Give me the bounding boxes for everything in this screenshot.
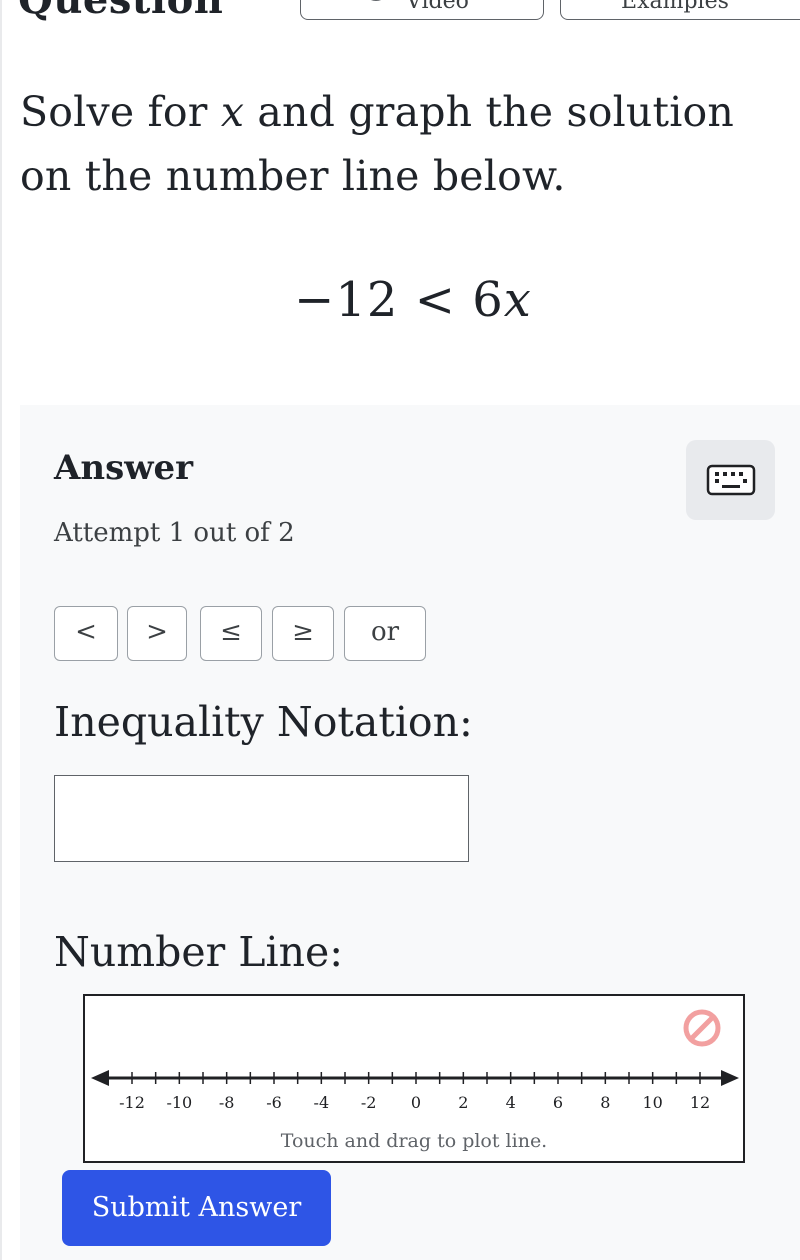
submit-answer-button[interactable]: Submit Answer bbox=[62, 1170, 331, 1246]
tick-label: -12 bbox=[119, 1093, 145, 1112]
no-entry-icon[interactable] bbox=[683, 1009, 721, 1047]
question-variable: x bbox=[220, 88, 245, 136]
tick-label: -4 bbox=[314, 1093, 330, 1112]
inequality-notation-input[interactable] bbox=[54, 775, 469, 862]
question-text-start: Solve for bbox=[20, 88, 221, 136]
number-line-hint: Touch and drag to plot line. bbox=[280, 1130, 548, 1152]
less-than-button[interactable]: < bbox=[54, 606, 118, 661]
number-line-label: Number Line: bbox=[54, 928, 344, 976]
tick-label: 2 bbox=[458, 1093, 468, 1112]
right-arrow-icon bbox=[721, 1070, 739, 1086]
examples-tab-label: Examples bbox=[621, 0, 729, 14]
greater-than-button[interactable]: > bbox=[127, 606, 187, 661]
greater-or-equal-button[interactable]: ≥ bbox=[272, 606, 334, 661]
left-border bbox=[0, 0, 2, 1260]
left-arrow-icon bbox=[91, 1070, 109, 1086]
tick-label: -2 bbox=[361, 1093, 377, 1112]
keyboard-icon bbox=[706, 464, 756, 496]
inequality-notation-label: Inequality Notation: bbox=[54, 698, 473, 746]
video-tab[interactable]: Video bbox=[300, 0, 544, 20]
number-line-widget[interactable]: -12 -10 -8 -6 -4 -2 0 2 4 6 8 10 12 Touch and drag t… bbox=[83, 994, 745, 1163]
tick-label: 0 bbox=[411, 1093, 421, 1112]
equation-left: −12 < 6 bbox=[294, 272, 504, 328]
video-tab-label: Video bbox=[406, 0, 469, 14]
question-heading: Question bbox=[18, 0, 223, 23]
equation: −12 < 6x bbox=[0, 272, 800, 328]
tick-label: -6 bbox=[266, 1093, 282, 1112]
answer-heading: Answer bbox=[54, 448, 194, 488]
attempt-counter: Attempt 1 out of 2 bbox=[54, 518, 295, 548]
tick-label: -8 bbox=[219, 1093, 235, 1112]
equation-variable: x bbox=[503, 272, 532, 328]
tick-label: 4 bbox=[506, 1093, 516, 1112]
examples-tab[interactable]: Examples bbox=[560, 0, 800, 20]
tick-label: 12 bbox=[690, 1093, 710, 1112]
keyboard-toggle-button[interactable] bbox=[686, 440, 775, 520]
tick-label: -10 bbox=[166, 1093, 192, 1112]
play-icon bbox=[371, 0, 381, 1]
number-line-graph[interactable]: -12 -10 -8 -6 -4 -2 0 2 4 6 8 10 12 bbox=[85, 996, 743, 1126]
question-text: Solve for x and graph the solution on th… bbox=[20, 80, 780, 208]
tick-label: 8 bbox=[600, 1093, 610, 1112]
tick-label: 6 bbox=[553, 1093, 563, 1112]
less-or-equal-button[interactable]: ≤ bbox=[200, 606, 262, 661]
or-button[interactable]: or bbox=[344, 606, 426, 661]
tick-label: 10 bbox=[642, 1093, 662, 1112]
